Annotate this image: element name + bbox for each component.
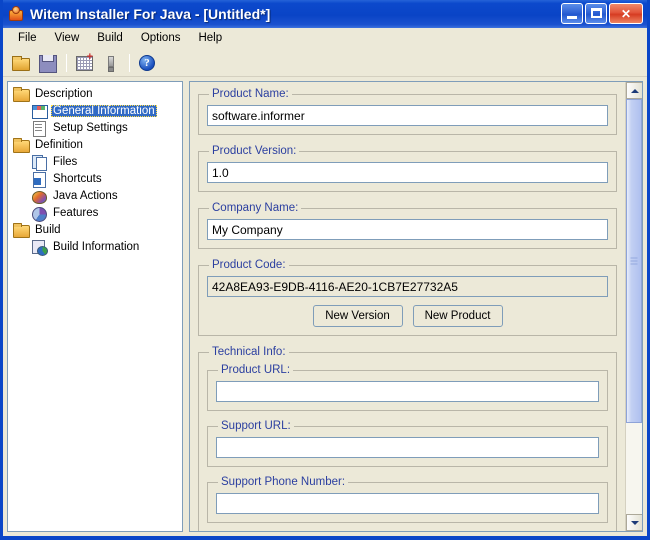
tree-node-general-information[interactable]: General Information bbox=[12, 102, 182, 119]
minimize-button[interactable] bbox=[561, 3, 583, 24]
support-phone-label: Support Phone Number: bbox=[221, 476, 346, 488]
menu-item-help[interactable]: Help bbox=[189, 30, 231, 46]
folder-icon bbox=[12, 137, 30, 153]
page-icon bbox=[30, 120, 48, 137]
help-button[interactable] bbox=[135, 51, 159, 74]
general-information-panel: Product Name: Product Version: Company N… bbox=[189, 81, 643, 532]
support-phone-input[interactable] bbox=[216, 493, 599, 514]
tree-node-features[interactable]: Features bbox=[12, 204, 182, 222]
shortcut-icon bbox=[30, 171, 48, 188]
scroll-down-button[interactable] bbox=[626, 514, 642, 531]
build-info-icon bbox=[30, 239, 48, 256]
tree-node-label: Files bbox=[53, 155, 78, 168]
form-scroll-area: Product Name: Product Version: Company N… bbox=[190, 82, 625, 531]
toolbar-separator-1 bbox=[66, 53, 67, 72]
scrollbar-grip-icon bbox=[630, 257, 638, 265]
files-icon bbox=[30, 154, 48, 171]
navigation-tree-panel[interactable]: Description General Information Setup Se… bbox=[7, 81, 183, 532]
tree-node-build[interactable]: Build bbox=[12, 221, 182, 238]
support-url-input[interactable] bbox=[216, 437, 599, 458]
tree-node-java-actions[interactable]: Java Actions bbox=[12, 187, 182, 204]
product-code-buttons: New Version New Product bbox=[207, 305, 608, 327]
close-button[interactable]: ✕ bbox=[609, 3, 643, 24]
maximize-button[interactable] bbox=[585, 3, 607, 24]
tree-node-build-information[interactable]: Build Information bbox=[12, 238, 182, 256]
folder-open-icon bbox=[12, 55, 30, 71]
tree-node-label: Build bbox=[35, 223, 61, 236]
new-version-button[interactable]: New Version bbox=[312, 305, 403, 327]
company-name-label: Company Name: bbox=[212, 202, 299, 214]
menu-item-view[interactable]: View bbox=[46, 30, 89, 46]
chevron-down-icon bbox=[630, 520, 639, 525]
build-icon bbox=[76, 52, 93, 71]
navigation-tree: Description General Information Setup Se… bbox=[8, 82, 182, 256]
scrollbar-track[interactable] bbox=[626, 99, 642, 514]
product-url-label: Product URL: bbox=[221, 364, 291, 376]
folder-icon bbox=[12, 222, 30, 238]
grid-icon bbox=[30, 103, 48, 119]
tree-node-label: Setup Settings bbox=[53, 121, 128, 134]
scroll-up-button[interactable] bbox=[626, 82, 642, 99]
maximize-icon bbox=[591, 8, 602, 18]
support-url-group: Support URL: bbox=[207, 420, 608, 467]
palette-icon bbox=[30, 188, 48, 204]
menu-item-build[interactable]: Build bbox=[88, 30, 132, 46]
tree-node-shortcuts[interactable]: Shortcuts bbox=[12, 170, 182, 188]
help-icon bbox=[139, 54, 155, 71]
tree-node-definition[interactable]: Definition bbox=[12, 136, 182, 153]
open-button[interactable] bbox=[9, 51, 33, 74]
company-name-group: Company Name: bbox=[198, 202, 617, 249]
menu-item-options[interactable]: Options bbox=[132, 30, 190, 46]
floppy-disk-icon bbox=[39, 54, 57, 73]
tree-node-label: General Information bbox=[51, 104, 157, 117]
product-code-label: Product Code: bbox=[212, 259, 286, 271]
window-controls: ✕ bbox=[561, 3, 643, 24]
product-version-label: Product Version: bbox=[212, 145, 297, 157]
support-phone-group: Support Phone Number: bbox=[207, 476, 608, 523]
minimize-icon bbox=[567, 16, 577, 19]
product-name-label: Product Name: bbox=[212, 88, 289, 100]
tree-node-description[interactable]: Description bbox=[12, 85, 182, 102]
menu-bar: File View Build Options Help bbox=[3, 28, 647, 49]
scrollbar-thumb[interactable] bbox=[626, 99, 642, 423]
product-code-group: Product Code: New Version New Product bbox=[198, 259, 617, 336]
support-url-label: Support URL: bbox=[221, 420, 291, 432]
product-url-group: Product URL: bbox=[207, 364, 608, 411]
company-name-input[interactable] bbox=[207, 219, 608, 240]
product-name-group: Product Name: bbox=[198, 88, 617, 135]
title-bar: Witem Installer For Java - [Untitled*] ✕ bbox=[3, 0, 647, 28]
tree-node-files[interactable]: Files bbox=[12, 153, 182, 171]
chevron-up-icon bbox=[630, 88, 639, 93]
properties-button[interactable] bbox=[98, 51, 122, 74]
product-name-input[interactable] bbox=[207, 105, 608, 126]
tree-node-label: Definition bbox=[35, 138, 83, 151]
product-version-input[interactable] bbox=[207, 162, 608, 183]
new-product-button[interactable]: New Product bbox=[412, 305, 503, 327]
client-area: Description General Information Setup Se… bbox=[3, 77, 647, 536]
toolbar-separator-2 bbox=[129, 53, 130, 72]
tree-node-label: Build Information bbox=[53, 240, 140, 253]
tree-node-setup-settings[interactable]: Setup Settings bbox=[12, 119, 182, 137]
vertical-scrollbar[interactable] bbox=[625, 82, 642, 531]
folder-icon bbox=[12, 86, 30, 102]
product-code-input[interactable] bbox=[207, 276, 608, 297]
product-version-group: Product Version: bbox=[198, 145, 617, 192]
technical-info-label: Technical Info: bbox=[212, 346, 286, 358]
window-title: Witem Installer For Java - [Untitled*] bbox=[30, 6, 271, 22]
exclamation-icon bbox=[105, 55, 115, 72]
tree-node-label: Shortcuts bbox=[53, 172, 102, 185]
menu-item-file[interactable]: File bbox=[9, 30, 46, 46]
product-url-input[interactable] bbox=[216, 381, 599, 402]
app-icon bbox=[7, 5, 25, 23]
toolbar bbox=[3, 49, 647, 77]
tree-node-label: Features bbox=[53, 206, 99, 219]
tree-node-label: Description bbox=[35, 87, 93, 100]
build-button[interactable] bbox=[72, 51, 96, 74]
application-window: Witem Installer For Java - [Untitled*] ✕… bbox=[0, 0, 650, 540]
save-button[interactable] bbox=[35, 51, 59, 74]
close-icon: ✕ bbox=[620, 6, 632, 21]
technical-info-group: Technical Info: Product URL: Support URL… bbox=[198, 346, 617, 531]
tree-node-label: Java Actions bbox=[53, 189, 118, 202]
sphere-icon bbox=[30, 205, 48, 222]
